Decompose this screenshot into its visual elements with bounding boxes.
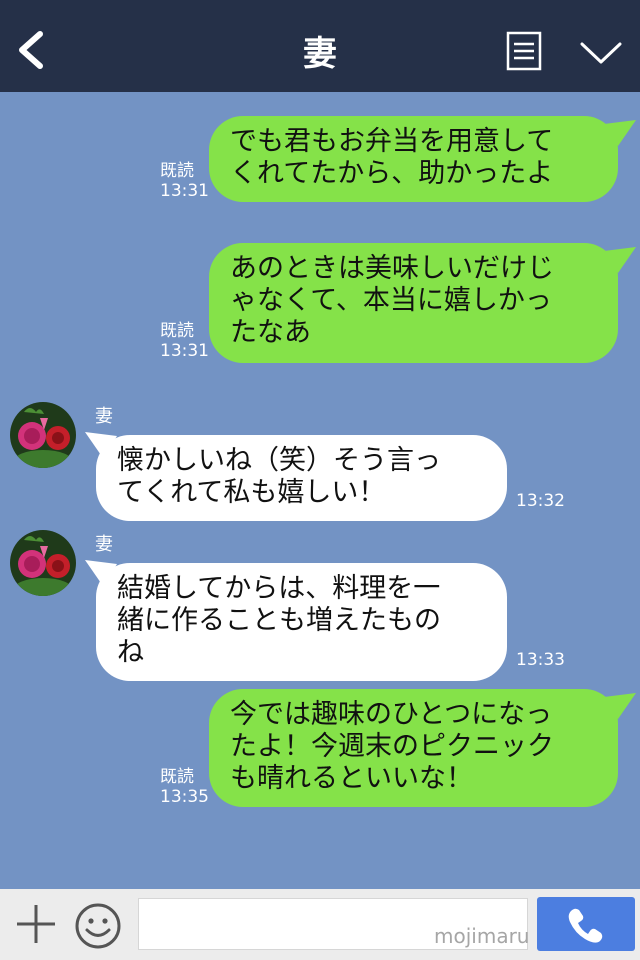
- sent-message-bubble[interactable]: あのときは美味しいだけじ ゃなくて、本当に嬉しかっ たなあ: [209, 243, 618, 363]
- message-meta: 既読 13:31: [160, 161, 209, 201]
- read-receipt: 既読: [160, 321, 194, 341]
- read-receipt: 既読: [160, 767, 194, 787]
- avatar[interactable]: [10, 530, 76, 596]
- received-message-bubble[interactable]: 懐かしいね（笑）そう言っ てくれて私も嬉しい！: [96, 435, 507, 521]
- message-time: 13:35: [160, 787, 209, 807]
- menu-icon[interactable]: [506, 31, 542, 71]
- avatar[interactable]: [10, 402, 76, 468]
- smile-icon[interactable]: [74, 902, 122, 950]
- message-line: ね: [117, 637, 144, 668]
- watermark: mojimaru: [434, 924, 530, 948]
- sent-message-bubble[interactable]: 今では趣味のひとつになっ たよ！今週末のピクニック も晴れるといいな！: [209, 689, 618, 807]
- bubble-tail: [604, 247, 636, 273]
- message-time: 13:31: [160, 341, 209, 361]
- message-line: 結婚してからは、料理を一: [117, 573, 441, 604]
- message-line: でも君もお弁当を用意して: [230, 126, 554, 157]
- sent-message-bubble[interactable]: でも君もお弁当を用意して くれてたから、助かったよ: [209, 116, 618, 202]
- message-line: あのときは美味しいだけじ: [230, 253, 554, 284]
- message-time: 13:33: [516, 650, 565, 670]
- message-line: 緒に作ることも増えたもの: [117, 605, 441, 636]
- avatar-image: [10, 402, 76, 468]
- message-line: 今では趣味のひとつになっ: [230, 699, 553, 730]
- message-line: も晴れるといいな！: [230, 763, 473, 794]
- message-time: 13:32: [516, 491, 565, 511]
- phone-icon: [568, 908, 603, 943]
- message-line: たなあ: [230, 317, 311, 348]
- chat-title: 妻: [303, 34, 337, 74]
- call-button[interactable]: [537, 897, 635, 951]
- avatar-image: [10, 530, 76, 596]
- received-message-bubble[interactable]: 結婚してからは、料理を一 緒に作ることも増えたもの ね: [96, 563, 507, 681]
- message-meta: 既読 13:35: [160, 767, 209, 807]
- sender-name: 妻: [95, 406, 113, 427]
- message-time: 13:31: [160, 181, 209, 201]
- message-list[interactable]: 既読 13:31 でも君もお弁当を用意して くれてたから、助かったよ 既読 13…: [0, 92, 640, 889]
- chevron-down-icon[interactable]: [580, 40, 622, 66]
- chat-header: 妻: [0, 0, 640, 92]
- message-meta: 既読 13:31: [160, 321, 209, 361]
- message-line: てくれて私も嬉しい！: [117, 477, 386, 508]
- plus-icon[interactable]: [16, 902, 56, 946]
- message-line: くれてたから、助かったよ: [230, 158, 554, 189]
- message-line: 懐かしいね（笑）そう言っ: [117, 445, 441, 476]
- read-receipt: 既読: [160, 161, 194, 181]
- sender-name: 妻: [95, 534, 113, 555]
- message-line: ゃなくて、本当に嬉しかっ: [230, 285, 552, 316]
- bubble-tail: [604, 693, 636, 719]
- bubble-tail: [604, 120, 636, 146]
- message-line: たよ！今週末のピクニック: [230, 731, 554, 762]
